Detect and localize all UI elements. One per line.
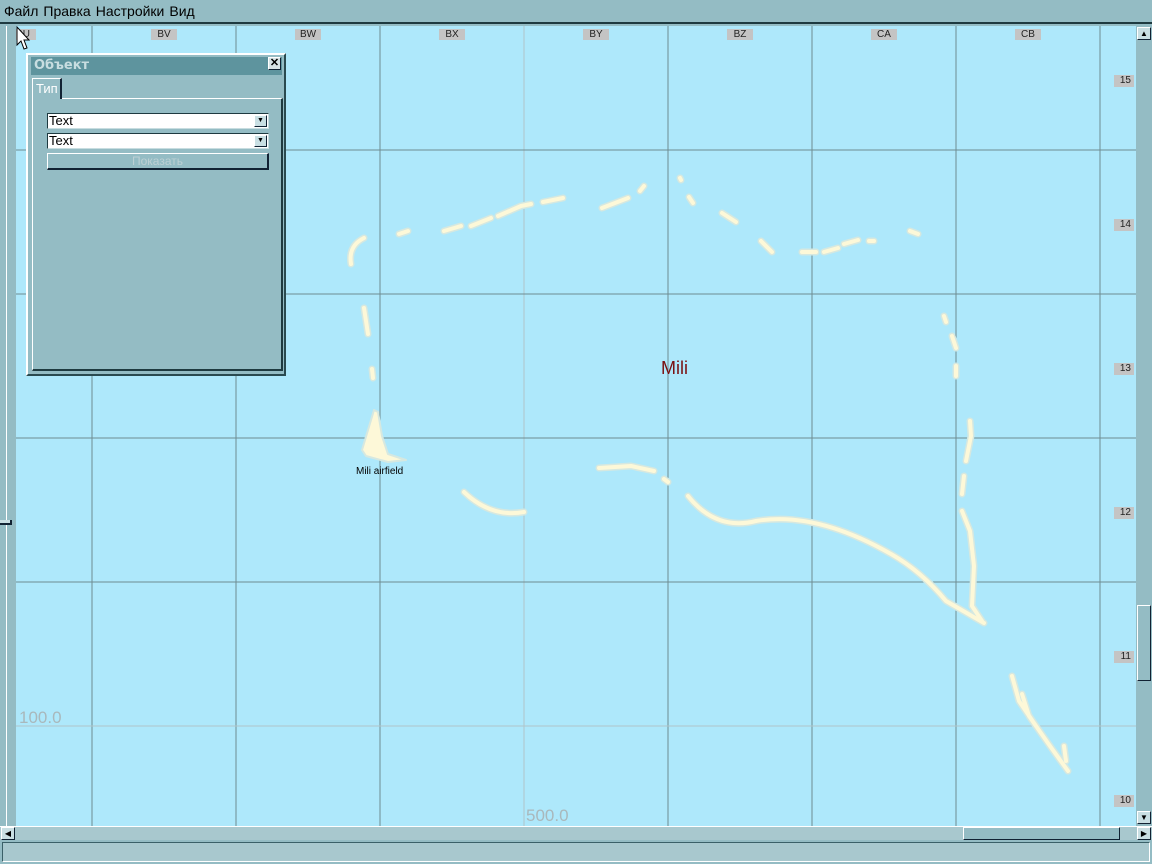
row-label: 13 (1114, 363, 1134, 375)
row-label: 12 (1114, 507, 1134, 519)
status-bar (2, 842, 1150, 862)
type-select-2[interactable]: Text ▼ (47, 133, 269, 149)
close-icon[interactable]: ✕ (268, 57, 281, 70)
coord-label-x: 500.0 (526, 806, 569, 825)
tab-content: Text ▼ Text ▼ Показать (32, 98, 283, 371)
islands (347, 174, 1072, 775)
type-select-1[interactable]: Text ▼ (47, 113, 269, 129)
panel-title[interactable]: Объект (31, 57, 282, 75)
coord-label-y: 100.0 (19, 708, 62, 727)
chevron-down-icon[interactable]: ▼ (254, 135, 267, 147)
menu-edit[interactable]: Правка (43, 3, 90, 19)
select-value: Text (49, 133, 73, 148)
show-button[interactable]: Показать (47, 153, 269, 170)
tab-type[interactable]: Тип (32, 78, 62, 99)
scroll-left-button[interactable]: ◀ (1, 827, 15, 840)
row-label: 11 (1114, 651, 1134, 663)
horizontal-scrollbar[interactable]: ◀ ▶ (0, 826, 1152, 840)
row-label: 15 (1114, 75, 1134, 87)
slider-track (6, 26, 7, 826)
vertical-scroll-thumb[interactable] (1137, 605, 1151, 681)
chevron-down-icon[interactable]: ▼ (254, 115, 267, 127)
zoom-slider[interactable] (0, 26, 16, 826)
column-label: BZ (727, 29, 753, 40)
menu-file[interactable]: Файл (4, 3, 38, 19)
menu-view[interactable]: Вид (169, 3, 194, 19)
scroll-right-button[interactable]: ▶ (1137, 827, 1151, 840)
column-label: BW (295, 29, 321, 40)
row-label: 10 (1114, 795, 1134, 807)
mouse-cursor-icon (16, 26, 31, 50)
column-label: BV (151, 29, 177, 40)
row-label: 14 (1114, 219, 1134, 231)
column-label: BX (439, 29, 465, 40)
menu-settings[interactable]: Настройки (96, 3, 165, 19)
column-label: CA (871, 29, 897, 40)
slider-knob[interactable] (0, 520, 12, 525)
object-panel: Объект ✕ Тип Text ▼ Text ▼ Показать (26, 53, 286, 376)
column-label: CB (1015, 29, 1041, 40)
scroll-up-button[interactable]: ▲ (1137, 27, 1151, 40)
menu-bar: Файл Правка Настройки Вид (0, 0, 1152, 24)
horizontal-scroll-thumb[interactable] (963, 827, 1120, 840)
vertical-scrollbar[interactable]: ▲ ▼ (1136, 26, 1152, 826)
place-label: Mili (661, 358, 688, 378)
airfield-label: Mili airfield (356, 466, 404, 477)
scroll-down-button[interactable]: ▼ (1137, 811, 1151, 824)
select-value: Text (49, 113, 73, 128)
column-label: BY (583, 29, 609, 40)
